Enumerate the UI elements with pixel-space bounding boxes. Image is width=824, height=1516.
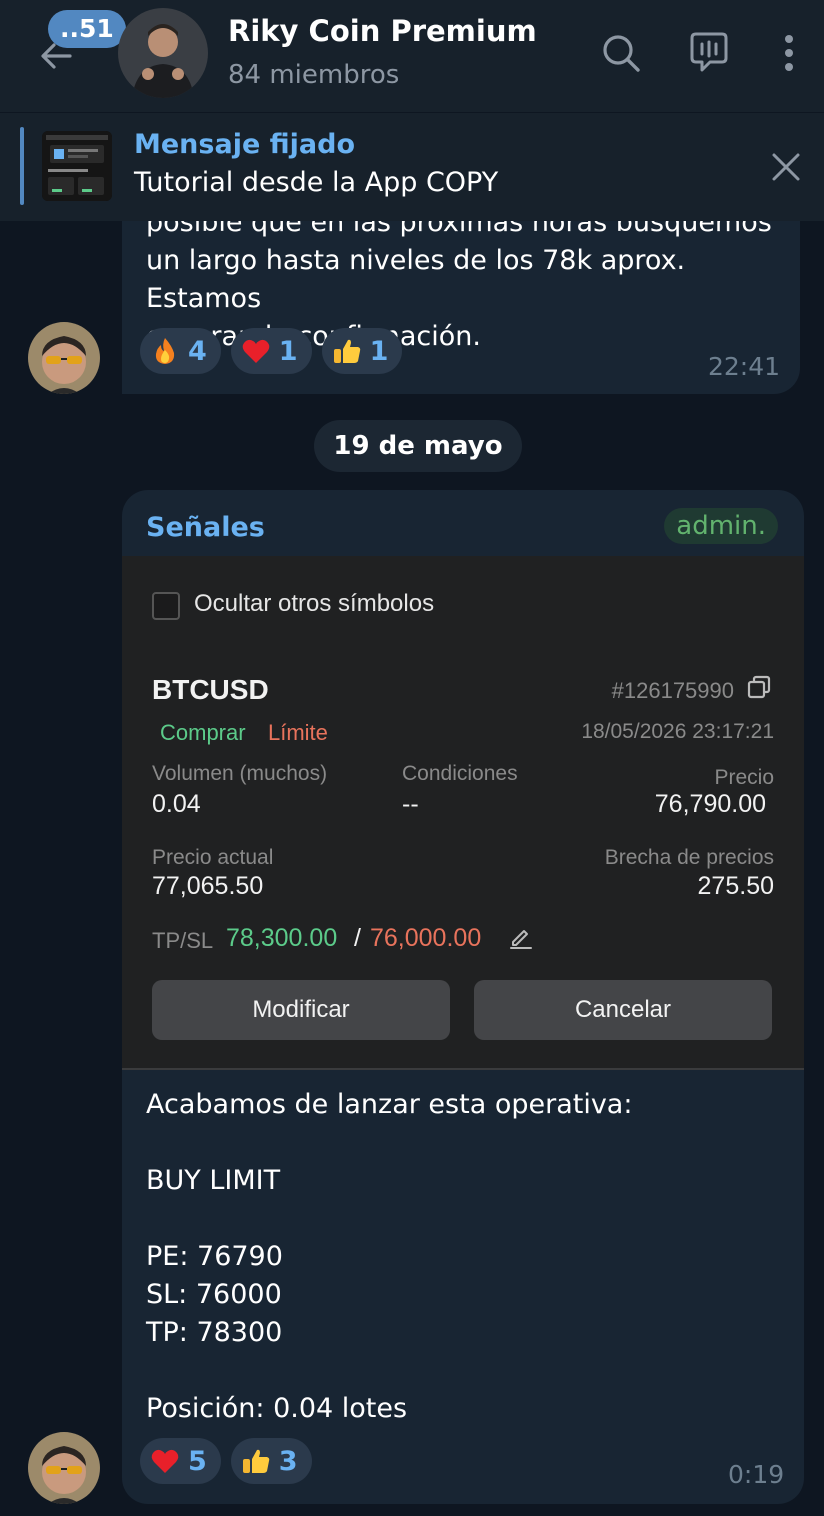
reaction-count: 4 [188,335,207,367]
live-chat-icon[interactable] [686,30,732,76]
volume-value: 0.04 [152,790,201,818]
order-type: Límite [268,720,328,745]
reactions-row: 5 3 [140,1438,312,1484]
pinned-message-bar[interactable]: Mensaje fijado Tutorial desde la App COP… [0,112,824,221]
fire-icon [155,338,175,364]
order-side: Comprar [160,720,246,745]
trade-order-card: Ocultar otros símbolos BTCUSD #126175990… [122,556,804,1070]
modify-button[interactable]: Modificar [152,980,450,1040]
heart-icon [151,1449,179,1473]
admin-badge: admin. [664,508,778,544]
pinned-thumbnail [42,131,112,201]
reaction-count: 1 [278,335,298,367]
price-value: 76,790.00 [654,790,766,818]
unread-badge[interactable]: ..51 [48,10,126,48]
order-datetime: 18/05/2026 23:17:21 [581,720,774,743]
reaction-thumbs-up[interactable]: 3 [230,1438,312,1484]
volume-label: Volumen (muchos) [152,762,328,785]
cancel-button[interactable]: Cancelar [474,980,772,1040]
member-count: 84 miembros [228,60,400,90]
reaction-heart[interactable]: 5 [140,1438,221,1484]
pinned-label: Mensaje fijado [134,129,356,160]
pinned-thumbnail-image [42,131,112,201]
hide-others-label: Ocultar otros símbolos [194,590,435,617]
message-time: 22:41 [708,352,781,381]
stop-loss-value: 76,000.00 [370,924,482,952]
tpsl-label: TP/SL [152,928,214,953]
avatar-image [28,1432,100,1504]
take-profit-value: 78,300.00 [226,924,338,952]
sender-avatar[interactable] [28,322,100,394]
sender-avatar[interactable] [28,1432,100,1504]
trade-symbol: BTCUSD [152,674,269,705]
conditions-value: -- [402,790,419,818]
price-label: Precio [714,766,774,789]
reaction-thumbs-up[interactable]: 1 [321,328,403,374]
reaction-heart[interactable]: 1 [230,328,312,374]
message-bubble[interactable]: Señales admin. Ocultar otros símbolos BT… [122,490,804,1504]
message-text: Acabamos de lanzar esta operativa: BUY L… [146,1089,633,1424]
price-gap-label: Brecha de precios [604,846,774,869]
tpsl-separator: / [354,924,361,952]
search-icon[interactable] [598,30,644,76]
group-avatar-image [118,8,208,98]
thumbs-up-icon [242,1449,270,1473]
group-avatar[interactable] [118,8,208,98]
more-vertical-icon[interactable] [766,30,812,76]
close-icon[interactable] [770,151,802,183]
current-price-value: 77,065.50 [152,872,264,900]
reactions-row: 4 1 1 [140,328,403,374]
copy-icon[interactable] [746,674,772,700]
hide-others-checkbox[interactable] [152,592,180,620]
reaction-count: 1 [369,335,389,367]
reaction-count: 3 [278,1445,298,1477]
chat-title[interactable]: Riky Coin Premium [228,14,537,48]
edit-pencil-icon[interactable] [508,924,534,950]
reaction-fire[interactable]: 4 [140,328,221,374]
chat-header: ..51 Riky Coin Premium 84 miembros [0,0,824,112]
reaction-count: 5 [188,1445,207,1477]
current-price-label: Precio actual [152,846,274,869]
thumbs-up-icon [333,339,360,363]
pinned-text: Tutorial desde la App COPY [134,167,499,198]
heart-icon [242,339,270,363]
date-separator: 19 de mayo [314,420,522,472]
order-id: #126175990 [611,678,734,703]
sender-name[interactable]: Señales [146,512,265,543]
avatar-image [28,322,100,394]
conditions-label: Condiciones [402,762,518,785]
message-time: 0:19 [728,1460,785,1489]
pinned-indicator [20,127,24,205]
price-gap-value: 275.50 [697,872,774,900]
